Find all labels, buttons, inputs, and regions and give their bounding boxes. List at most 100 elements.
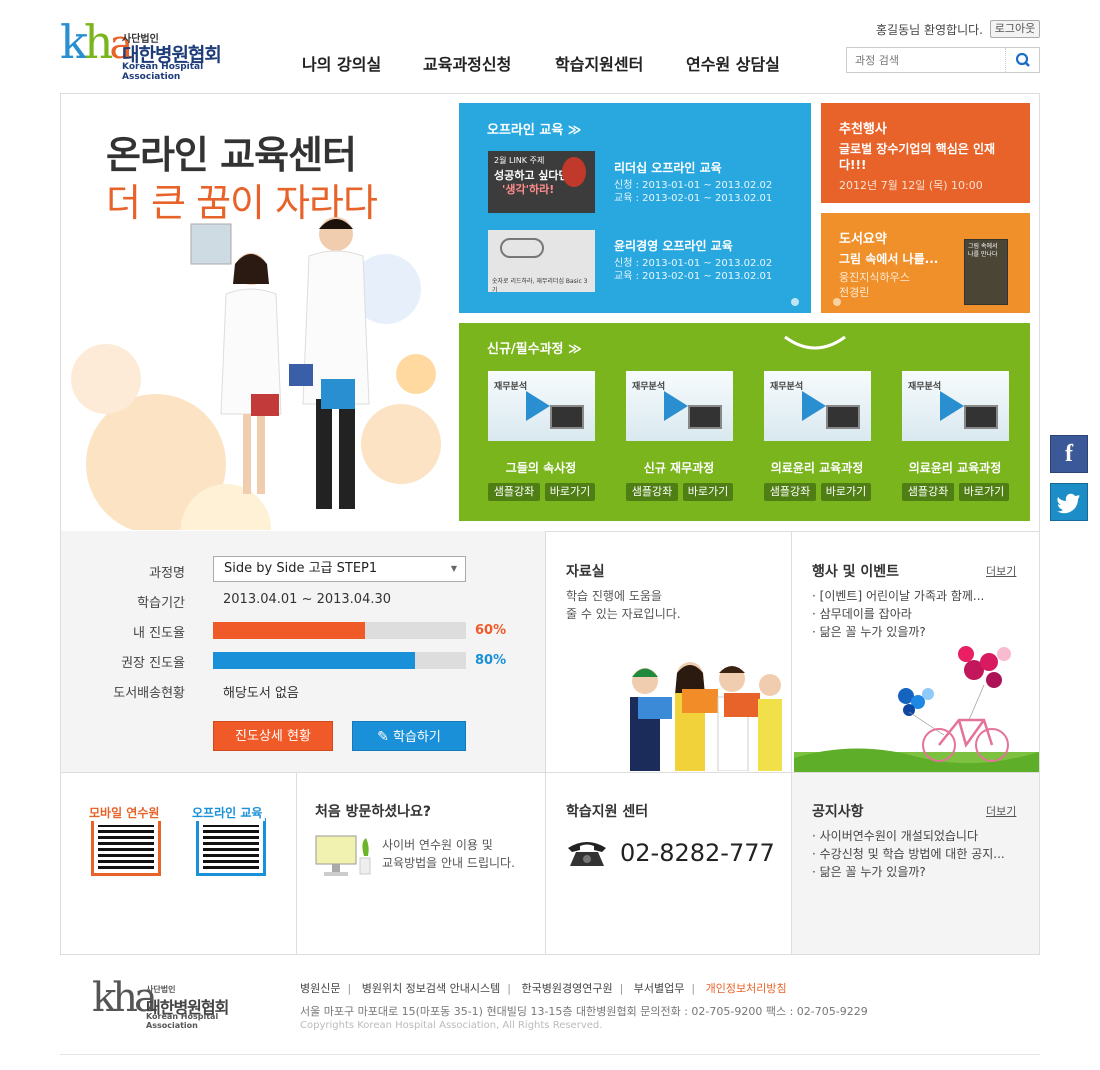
notice-title[interactable]: 공지사항 bbox=[812, 801, 864, 821]
archive-title[interactable]: 자료실 bbox=[566, 561, 605, 581]
archive-desc-1: 학습 진행에 도움을 bbox=[566, 589, 662, 603]
search-input[interactable] bbox=[847, 48, 1007, 72]
course-name[interactable]: 의료윤리 교육과정 bbox=[752, 459, 882, 476]
recommended-event-panel[interactable]: 추천행사 글로벌 장수기업의 핵심은 인재다!!! 2012년 7월 12일 (… bbox=[821, 103, 1030, 203]
facebook-icon[interactable]: f bbox=[1050, 435, 1088, 473]
hero-banner: 온라인 교육센터 더 큰 꿈이 자라다 bbox=[61, 94, 455, 530]
play-icon bbox=[526, 391, 550, 421]
support-title[interactable]: 학습지원 센터 bbox=[566, 801, 648, 821]
new-courses-title[interactable]: 신규/필수과정 ≫ bbox=[487, 338, 582, 357]
go-button[interactable]: 바로가기 bbox=[545, 483, 595, 501]
footer-link[interactable]: 한국병원경영연구원 bbox=[521, 982, 612, 995]
events-more-link[interactable]: 더보기 bbox=[986, 563, 1016, 579]
sample-lecture-button[interactable]: 샘플강좌 bbox=[488, 483, 540, 501]
list-item[interactable]: 사이버연수원이 개설되었습니다 bbox=[812, 827, 1005, 845]
twitter-icon[interactable] bbox=[1050, 483, 1088, 521]
book-publisher: 웅진지식하우스 bbox=[839, 271, 910, 284]
footer-link[interactable]: 병원신문 bbox=[300, 982, 340, 995]
support-phone[interactable]: 02-8282-777 bbox=[620, 839, 775, 867]
sample-lecture-button[interactable]: 샘플강좌 bbox=[626, 483, 678, 501]
nav-counsel[interactable]: 연수원 상담실 bbox=[686, 51, 780, 75]
study-status-panel: 과정명 Side by Side 고급 STEP1 ▼ 학습기간 2013.04… bbox=[61, 531, 545, 772]
events-list: [이벤트] 어린이날 가족과 함께... 삼무데이를 잡아라 닮은 꼴 누가 있… bbox=[812, 587, 985, 641]
offline-course-title-1[interactable]: 리더십 오프라인 교육 bbox=[614, 159, 722, 176]
footer-link[interactable]: 부서별업무 bbox=[634, 982, 685, 995]
divider bbox=[545, 531, 546, 955]
go-button[interactable]: 바로가기 bbox=[683, 483, 733, 501]
course-select[interactable]: Side by Side 고급 STEP1 ▼ bbox=[213, 556, 466, 582]
course-name[interactable]: 그들의 속사정 bbox=[476, 459, 606, 476]
my-progress-label: 내 진도율 bbox=[133, 626, 185, 641]
nav-support-center[interactable]: 학습지원센터 bbox=[555, 51, 643, 75]
start-study-label: 학습하기 bbox=[393, 730, 441, 745]
pager-dot[interactable] bbox=[833, 298, 841, 306]
laptop-icon bbox=[688, 405, 722, 429]
my-progress-percent: 60% bbox=[475, 623, 507, 638]
book-headline: 그림 속에서 나를... bbox=[839, 252, 939, 266]
sample-lecture-button[interactable]: 샘플강좌 bbox=[764, 483, 816, 501]
course-name[interactable]: 신규 재무과정 bbox=[614, 459, 744, 476]
offline-thumb-1[interactable]: 2월 LINK 주제 성공하고 싶다면 '생각'하라! bbox=[488, 151, 595, 213]
first-visit-desc-2: 교육방법을 안내 드립니다. bbox=[382, 856, 515, 870]
logout-button[interactable]: 로그아웃 bbox=[990, 20, 1040, 38]
laptop-icon bbox=[550, 405, 584, 429]
course-video-thumb[interactable]: 재무분석 bbox=[764, 371, 871, 441]
course-video-thumb[interactable]: 재무분석 bbox=[488, 371, 595, 441]
event-date: 2012년 7월 12일 (목) 10:00 bbox=[839, 179, 983, 192]
first-visit-title[interactable]: 처음 방문하셨나요? bbox=[315, 801, 431, 821]
course-name[interactable]: 의료윤리 교육과정 bbox=[890, 459, 1020, 476]
offline-qr-label: 오프라인 교육 bbox=[189, 804, 266, 821]
offline-education-panel: 오프라인 교육 ≫ 2월 LINK 주제 성공하고 싶다면 '생각'하라! 리더… bbox=[459, 103, 811, 313]
progress-detail-button[interactable]: 진도상세 현황 bbox=[213, 721, 333, 751]
offline-course-title-2[interactable]: 윤리경영 오프라인 교육 bbox=[614, 237, 733, 254]
divider bbox=[296, 772, 297, 955]
offline-thumb-2[interactable]: 숫자로 리드하라, 재무리더십 Basic 3기 bbox=[488, 230, 595, 292]
search-button[interactable] bbox=[1005, 48, 1039, 72]
monitor-icon bbox=[315, 835, 371, 876]
course-video-thumb[interactable]: 재무분석 bbox=[626, 371, 733, 441]
sample-lecture-button[interactable]: 샘플강좌 bbox=[902, 483, 954, 501]
new-required-courses-panel: 신규/필수과정 ≫ 재무분석 그들의 속사정 샘플강좌 바로가기 재무분석 신규… bbox=[459, 323, 1030, 521]
book-cover-text: 그림 속에서 나를 만나다 bbox=[968, 243, 998, 258]
footer-link-privacy[interactable]: 개인정보처리방침 bbox=[706, 982, 787, 995]
telephone-icon bbox=[568, 842, 606, 866]
nav-my-classroom[interactable]: 나의 강의실 bbox=[302, 51, 381, 75]
logo[interactable]: kha 사단법인 대한병원협회 Korean Hospital Associat… bbox=[60, 14, 240, 82]
events-title[interactable]: 행사 및 이벤트 bbox=[812, 561, 899, 581]
nav-course-apply[interactable]: 교육과정신청 bbox=[423, 51, 511, 75]
thumb-text: 숫자로 리드하라, 재무리더십 Basic 3기 bbox=[492, 278, 588, 292]
chevron-down-icon: ▼ bbox=[450, 564, 457, 573]
archive-desc-2: 줄 수 있는 자료입니다. bbox=[566, 607, 681, 621]
list-item[interactable]: 수강신청 및 학습 방법에 대한 공지... bbox=[812, 845, 1005, 863]
offline-course-apply-2: 신청 : 2013-01-01 ~ 2013.02.02 bbox=[614, 258, 773, 269]
bicycle-balloons-image bbox=[794, 646, 1039, 772]
qr-code-icon bbox=[98, 825, 154, 869]
list-item[interactable]: 닮은 꼴 누가 있을까? bbox=[812, 863, 1005, 881]
rec-progress-percent: 80% bbox=[475, 653, 507, 668]
list-item[interactable]: 닮은 꼴 누가 있을까? bbox=[812, 623, 984, 641]
book-summary-panel[interactable]: 도서요약 그림 속에서 나를... 웅진지식하우스 전경린 그림 속에서 나를 … bbox=[821, 213, 1030, 313]
footer-copyright: Copyrights Korean Hospital Association, … bbox=[300, 1020, 603, 1031]
book-author: 전경린 bbox=[839, 286, 870, 299]
mobile-qr-label: 모바일 연수원 bbox=[86, 804, 163, 821]
go-button[interactable]: 바로가기 bbox=[959, 483, 1009, 501]
first-visit-desc-1: 사이버 연수원 이용 및 bbox=[382, 838, 493, 852]
mobile-qr-code[interactable] bbox=[91, 818, 161, 876]
offline-title[interactable]: 오프라인 교육 ≫ bbox=[487, 119, 581, 138]
list-item[interactable]: [이벤트] 어린이날 가족과 함께... bbox=[812, 587, 985, 605]
rec-progress-fill bbox=[213, 652, 416, 669]
tree-icon bbox=[562, 157, 586, 187]
twitter-bird-icon bbox=[1057, 493, 1080, 514]
list-item[interactable]: 삼무데이를 잡아라 bbox=[812, 605, 984, 623]
footer-link[interactable]: 병원위치 정보검색 안내시스템 bbox=[362, 982, 501, 995]
course-label: 재무분석 bbox=[908, 382, 942, 392]
pager-dot[interactable] bbox=[791, 298, 799, 306]
offline-qr-code[interactable] bbox=[196, 818, 266, 876]
start-study-button[interactable]: ✎ 학습하기 bbox=[352, 721, 466, 751]
logo-en: Korean Hospital Association bbox=[122, 62, 204, 82]
my-progress-bar bbox=[213, 622, 466, 639]
footer-logo-mark: kha bbox=[92, 975, 158, 1021]
go-button[interactable]: 바로가기 bbox=[821, 483, 871, 501]
course-video-thumb[interactable]: 재무분석 bbox=[902, 371, 1009, 441]
notice-more-link[interactable]: 더보기 bbox=[986, 803, 1016, 819]
